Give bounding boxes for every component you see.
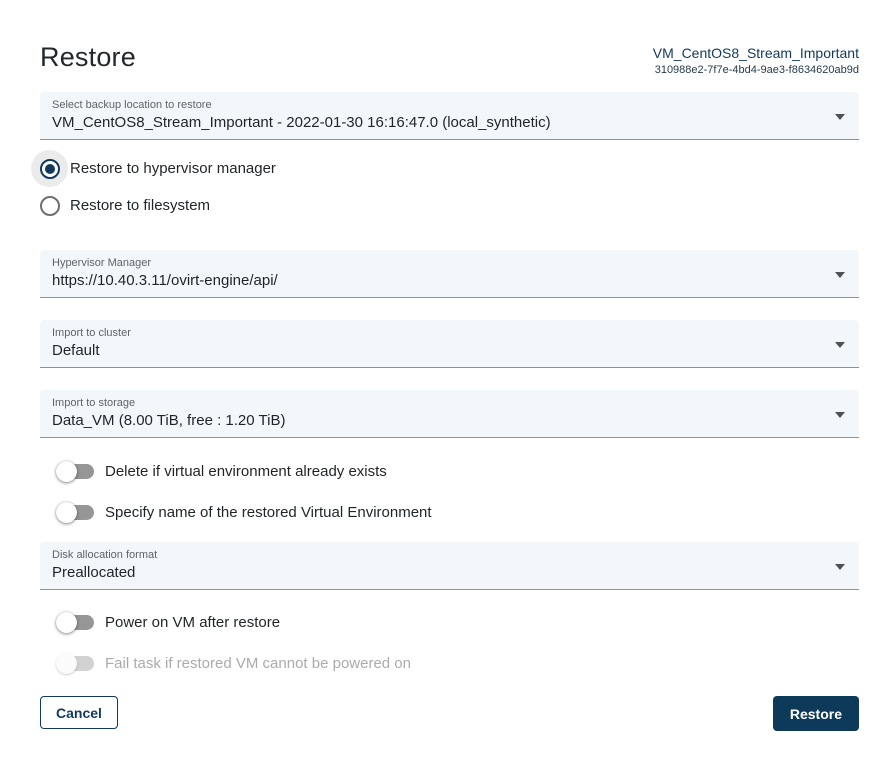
page-title: Restore <box>40 42 136 73</box>
restore-target-radio-group: Restore to hypervisor manager Restore to… <box>31 150 859 224</box>
switch-off-icon <box>56 612 94 633</box>
restore-options-toggles: Delete if virtual environment already ex… <box>40 451 859 533</box>
import-cluster-label: Import to cluster <box>52 327 819 339</box>
switch-thumb <box>56 502 77 523</box>
power-options-toggles: Power on VM after restore Fail task if r… <box>40 602 859 684</box>
chevron-down-icon <box>835 114 845 120</box>
disk-allocation-select[interactable]: Disk allocation format Preallocated <box>40 542 859 590</box>
toggle-power-on-vm[interactable]: Power on VM after restore <box>40 602 859 643</box>
import-storage-label: Import to storage <box>52 397 819 409</box>
switch-off-icon <box>56 461 94 482</box>
radio-label-filesystem: Restore to filesystem <box>70 197 210 214</box>
backup-location-value: VM_CentOS8_Stream_Important - 2022-01-30… <box>52 114 819 131</box>
chevron-down-icon <box>835 412 845 418</box>
import-cluster-value: Default <box>52 342 819 359</box>
hypervisor-manager-label: Hypervisor Manager <box>52 257 819 269</box>
chevron-down-icon <box>835 564 845 570</box>
toggle-specify-name[interactable]: Specify name of the restored Virtual Env… <box>40 492 859 533</box>
toggle-label-power-on-vm: Power on VM after restore <box>105 614 280 631</box>
toggle-delete-if-exists[interactable]: Delete if virtual environment already ex… <box>40 451 859 492</box>
radio-restore-to-filesystem[interactable]: Restore to filesystem <box>31 187 859 224</box>
cancel-button[interactable]: Cancel <box>40 696 118 729</box>
disk-allocation-value: Preallocated <box>52 564 819 581</box>
import-cluster-select[interactable]: Import to cluster Default <box>40 320 859 368</box>
radio-halo <box>31 187 68 224</box>
vm-uuid: 310988e2-7f7e-4bd4-9ae3-f8634620ab9d <box>653 63 859 78</box>
disk-allocation-label: Disk allocation format <box>52 549 819 561</box>
restore-button[interactable]: Restore <box>773 696 859 731</box>
radio-dot <box>45 164 55 174</box>
hypervisor-manager-select[interactable]: Hypervisor Manager https://10.40.3.11/ov… <box>40 250 859 298</box>
footer-actions: Cancel Restore <box>40 696 859 731</box>
toggle-fail-task-if-not-powered: Fail task if restored VM cannot be power… <box>40 643 859 684</box>
vm-info: VM_CentOS8_Stream_Important 310988e2-7f7… <box>653 42 859 78</box>
restore-page: Restore VM_CentOS8_Stream_Important 3109… <box>0 0 896 731</box>
radio-selected-icon <box>40 159 60 179</box>
switch-off-disabled-icon <box>56 653 94 674</box>
switch-thumb <box>56 461 77 482</box>
switch-off-icon <box>56 502 94 523</box>
radio-halo <box>31 150 68 187</box>
toggle-label-specify-name: Specify name of the restored Virtual Env… <box>105 504 432 521</box>
switch-thumb <box>56 612 77 633</box>
radio-restore-to-hypervisor[interactable]: Restore to hypervisor manager <box>31 150 859 187</box>
toggle-label-fail-task: Fail task if restored VM cannot be power… <box>105 655 411 672</box>
backup-location-label: Select backup location to restore <box>52 99 819 111</box>
import-storage-value: Data_VM (8.00 TiB, free : 1.20 TiB) <box>52 412 819 429</box>
switch-thumb <box>56 653 77 674</box>
toggle-label-delete-if-exists: Delete if virtual environment already ex… <box>105 463 387 480</box>
vm-name: VM_CentOS8_Stream_Important <box>653 44 859 63</box>
import-storage-select[interactable]: Import to storage Data_VM (8.00 TiB, fre… <box>40 390 859 438</box>
page-header: Restore VM_CentOS8_Stream_Important 3109… <box>40 42 859 74</box>
radio-label-hypervisor: Restore to hypervisor manager <box>70 160 276 177</box>
chevron-down-icon <box>835 272 845 278</box>
chevron-down-icon <box>835 342 845 348</box>
radio-unselected-icon <box>40 196 60 216</box>
backup-location-select[interactable]: Select backup location to restore VM_Cen… <box>40 92 859 140</box>
hypervisor-manager-value: https://10.40.3.11/ovirt-engine/api/ <box>52 272 819 289</box>
